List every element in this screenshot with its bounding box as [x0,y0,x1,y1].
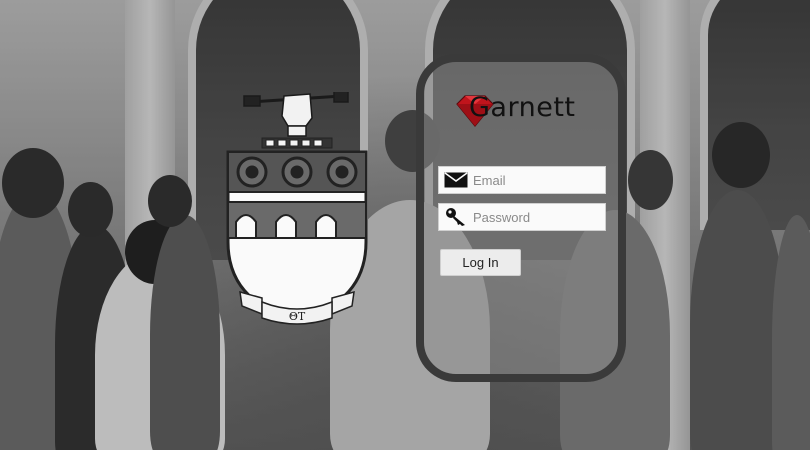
brand-logo: Garnett [455,92,595,132]
email-input[interactable] [473,168,603,192]
key-icon [439,204,473,230]
password-input[interactable] [473,205,603,229]
login-button[interactable]: Log In [440,249,521,276]
email-field[interactable] [438,166,606,194]
brand-name: Garnett [469,92,576,123]
photo-overlay [0,0,810,450]
crest-motto: ΘΤ [289,310,306,323]
password-field[interactable] [438,203,606,231]
envelope-icon [439,167,473,193]
fraternity-crest: ΘΤ [226,92,368,325]
background-photo [0,0,810,450]
